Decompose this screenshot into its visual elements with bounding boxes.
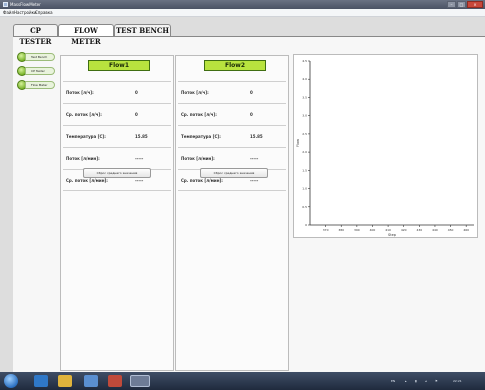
folder-icon[interactable] — [58, 375, 72, 387]
y-tick-label: 1.5 — [302, 168, 307, 172]
reading-label: Поток [л/мин]: — [181, 156, 215, 161]
y-tick-label: 3.5 — [302, 95, 307, 99]
reading-value: 0 — [135, 90, 138, 95]
reading-label: Поток [л/мин]: — [66, 156, 100, 161]
x-tick-label: 380 — [338, 228, 344, 232]
reading-row: Поток [л/мин]: ----- — [178, 147, 286, 169]
menu-settings[interactable]: Настройки — [14, 10, 37, 15]
reading-row: Ср. поток [л/ч]: 0 — [63, 103, 171, 125]
sidebar-item-cp-tester[interactable]: CP Tester — [17, 66, 55, 76]
reading-label: Ср. поток [л/мин]: — [181, 178, 223, 183]
reading-value: 0 — [250, 90, 253, 95]
flow1-panel: Flow1 Поток [л/ч]: 0 Ср. поток [л/ч]: 0 Те… — [60, 55, 174, 371]
window-title: MassFlowMeter — [10, 2, 41, 7]
x-tick-label: 450 — [448, 228, 454, 232]
y-tick-label: 3.0 — [302, 114, 307, 118]
y-axis-label: Flow — [296, 139, 300, 147]
reading-label: Температура [C]: — [66, 134, 106, 139]
x-tick-label: 410 — [385, 228, 391, 232]
browser-icon[interactable] — [34, 375, 48, 387]
flow2-reset-average-button[interactable]: Сброс среднего значения — [200, 168, 268, 178]
tab-bar: CP TESTER FLOW METER TEST BENCH — [13, 24, 173, 46]
reading-label: Ср. поток [л/мин]: — [66, 178, 108, 183]
flow-chart: 0 0.5 1.0 1.5 2.0 2.5 3.0 3.5 4.0 4.5 370 380 390 400… — [293, 54, 478, 238]
y-tick-label: 2.0 — [302, 150, 307, 154]
x-tick-label: 440 — [432, 228, 438, 232]
app-icon[interactable] — [84, 375, 98, 387]
x-tick-label: 390 — [354, 228, 360, 232]
app-icon — [3, 2, 8, 7]
network-icon[interactable]: ▮ — [415, 379, 417, 383]
reading-row: Поток [л/мин]: ----- — [63, 147, 171, 169]
app-icon[interactable] — [108, 375, 122, 387]
minimize-button[interactable]: – — [447, 1, 456, 8]
y-tick-label: 1.0 — [302, 187, 307, 191]
reading-value: ----- — [135, 178, 144, 183]
x-axis-label: Step — [388, 233, 397, 237]
menu-bar: Файл Настройки Справка — [0, 9, 485, 17]
tab-test-bench[interactable]: TEST BENCH — [114, 24, 171, 36]
close-button[interactable]: × — [467, 1, 483, 8]
reading-label: Поток [л/ч]: — [181, 90, 209, 95]
clock[interactable]: 22:21 — [453, 379, 462, 383]
y-tick-label: 0.5 — [302, 205, 307, 209]
sidebar-item-test-bench[interactable]: Test Bench — [17, 52, 55, 62]
reading-value: ----- — [250, 156, 259, 161]
flow2-title: Flow2 — [204, 60, 266, 71]
maximize-button[interactable]: □ — [457, 1, 466, 8]
x-tick-label: 370 — [323, 228, 329, 232]
volume-icon[interactable]: ◂ — [425, 379, 427, 383]
system-tray: EN ▴ ▮ ◂ ⚑ 22:21 — [391, 375, 481, 387]
y-tick-label: 0 — [305, 223, 307, 227]
title-bar: MassFlowMeter – □ × — [0, 0, 485, 9]
flow2-panel: Flow2 Поток [л/ч]: 0 Ср. поток [л/ч]: 0 Те… — [175, 55, 289, 371]
x-tick-label: 460 — [463, 228, 469, 232]
start-button[interactable] — [4, 374, 18, 388]
x-tick-label: 400 — [370, 228, 376, 232]
reading-label: Ср. поток [л/ч]: — [181, 112, 217, 117]
x-tick-label: 430 — [416, 228, 422, 232]
window-controls: – □ × — [447, 1, 483, 8]
sidebar-item-label: Test Bench — [25, 53, 55, 61]
tab-cp-tester[interactable]: CP TESTER — [13, 24, 58, 46]
reading-value: 15.85 — [250, 134, 263, 139]
reading-row: Температура [C]: 15.85 — [63, 125, 171, 147]
active-app-icon[interactable] — [130, 375, 150, 387]
flow1-title: Flow1 — [88, 60, 150, 71]
reading-value: 0 — [250, 112, 253, 117]
reading-row: Поток [л/ч]: 0 — [178, 81, 286, 103]
y-tick-label: 4.0 — [302, 77, 307, 81]
x-tick-label: 420 — [401, 228, 407, 232]
sidebar-item-label: Flow Meter — [25, 81, 55, 89]
reading-row: Ср. поток [л/ч]: 0 — [178, 103, 286, 125]
language-indicator[interactable]: EN — [391, 379, 395, 383]
reading-value: ----- — [135, 156, 144, 161]
y-tick-label: 4.5 — [302, 59, 307, 63]
menu-help[interactable]: Справка — [35, 10, 53, 15]
flow1-reset-average-button[interactable]: Сброс среднего значения — [83, 168, 151, 178]
chevron-up-icon[interactable]: ▴ — [405, 379, 407, 383]
sidebar-item-flow-meter[interactable]: Flow Meter — [17, 80, 55, 90]
reading-value: 15.85 — [135, 134, 148, 139]
sidebar-item-label: CP Tester — [25, 67, 55, 75]
reading-value: 0 — [135, 112, 138, 117]
flag-icon[interactable]: ⚑ — [435, 379, 438, 383]
menu-file[interactable]: Файл — [3, 10, 14, 15]
y-tick-label: 2.5 — [302, 132, 307, 136]
reading-label: Температура [C]: — [181, 134, 221, 139]
reading-label: Ср. поток [л/ч]: — [66, 112, 102, 117]
reading-row: Температура [C]: 15.85 — [178, 125, 286, 147]
reading-row: Поток [л/ч]: 0 — [63, 81, 171, 103]
flow-chart-svg: 0 0.5 1.0 1.5 2.0 2.5 3.0 3.5 4.0 4.5 370 380 390 400… — [296, 59, 474, 237]
tab-divider — [13, 36, 485, 37]
reading-label: Поток [л/ч]: — [66, 90, 94, 95]
reading-value: ----- — [250, 178, 259, 183]
taskbar: EN ▴ ▮ ◂ ⚑ 22:21 — [0, 372, 485, 390]
